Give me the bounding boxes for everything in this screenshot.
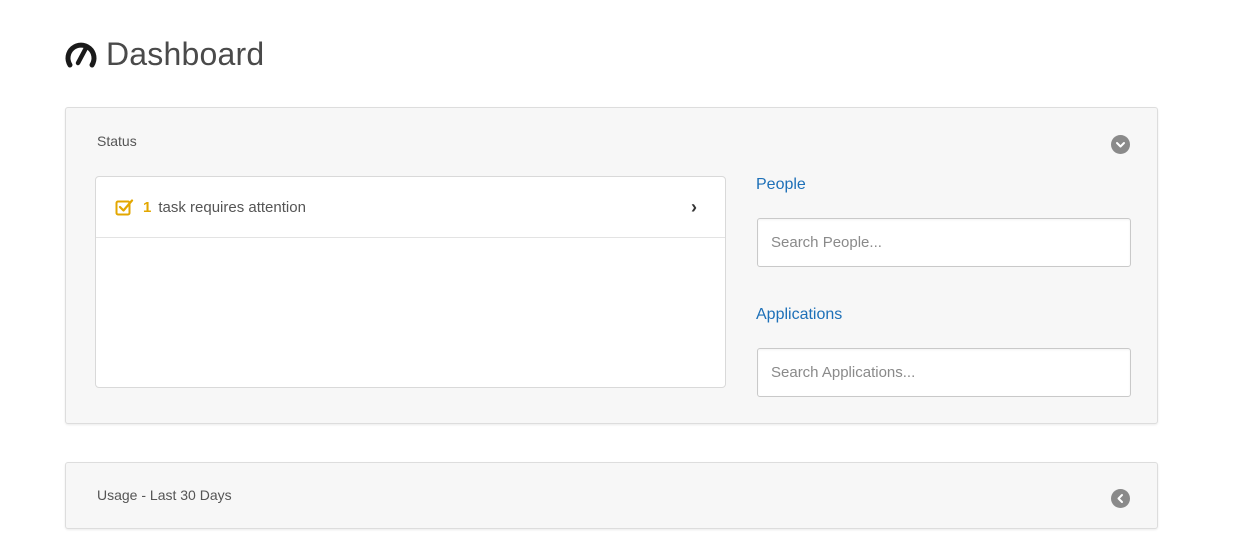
task-attention-row[interactable]: 1 task requires attention › (96, 177, 725, 238)
people-heading[interactable]: People (756, 176, 806, 194)
usage-panel-label: Usage - Last 30 Days (97, 487, 232, 503)
expand-circle-icon[interactable] (1111, 489, 1130, 508)
page-header: Dashboard (64, 34, 264, 74)
usage-panel[interactable]: Usage - Last 30 Days (65, 462, 1158, 529)
page-title: Dashboard (106, 35, 265, 72)
task-count: 1 (143, 198, 152, 216)
task-text: task requires attention (158, 198, 306, 216)
status-panel-label: Status (97, 133, 137, 149)
task-list: 1 task requires attention › (95, 176, 726, 388)
dashboard-page: Dashboard Status 1 task requires attenti… (0, 0, 1246, 555)
checkbox-icon (115, 197, 135, 217)
status-panel: Status 1 task requires attention › Peopl… (65, 107, 1158, 424)
search-people-input[interactable] (757, 218, 1131, 267)
chevron-right-icon: › (691, 196, 697, 217)
speedometer-icon (64, 38, 98, 70)
search-applications-input[interactable] (757, 348, 1131, 397)
applications-heading[interactable]: Applications (756, 306, 842, 324)
collapse-circle-icon[interactable] (1111, 135, 1130, 154)
